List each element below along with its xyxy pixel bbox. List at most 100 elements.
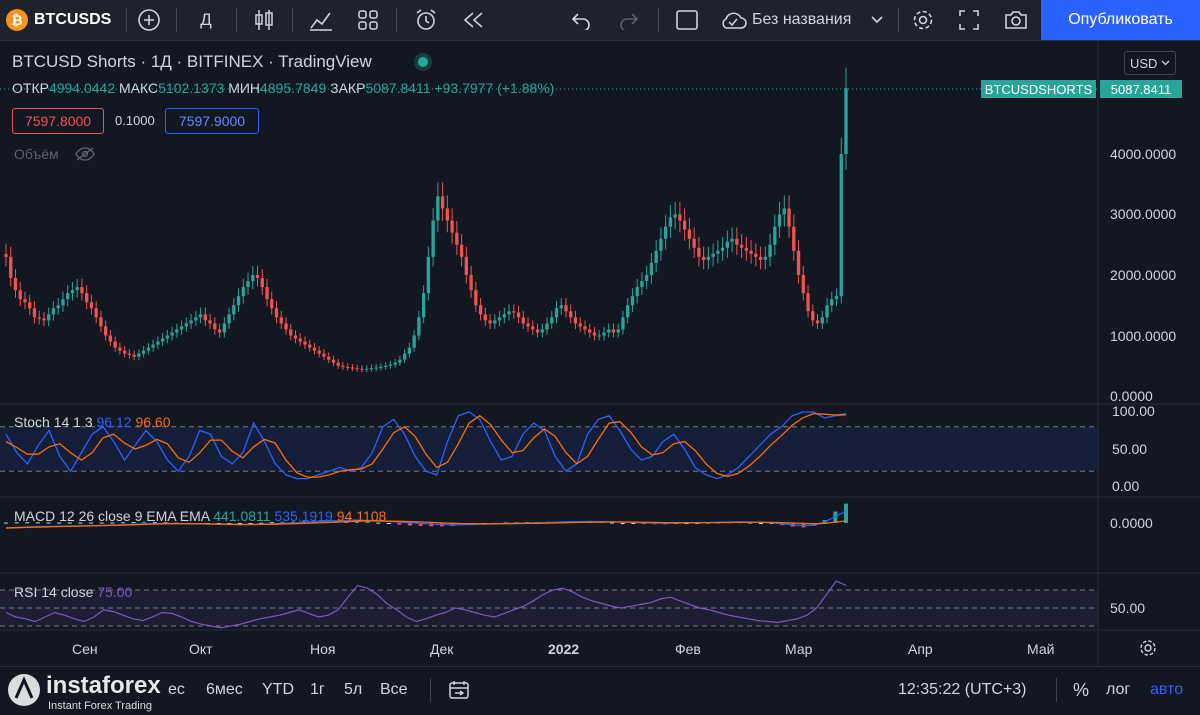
undo-button[interactable] (568, 0, 594, 40)
settings-button[interactable] (910, 0, 936, 40)
macd-tick: 0.0000 (1110, 515, 1153, 531)
candle-body (597, 335, 601, 337)
rsi-value: 75.00 (97, 584, 133, 600)
candle-body (445, 208, 450, 221)
candle-body (279, 317, 283, 324)
chart-title: BTCUSD Shorts · 1Д · BITFINEX · TradingV… (12, 52, 372, 71)
rsi-legend: RSI 14 close 75.00 (14, 584, 132, 600)
redo-icon (620, 13, 639, 30)
templates-button[interactable] (356, 0, 380, 40)
macd-signal-value: 94.1108 (336, 508, 387, 524)
price-tick: 1000.0000 (1110, 328, 1177, 344)
candle-body (189, 320, 193, 324)
candle-body (497, 317, 502, 321)
candle-body (369, 368, 374, 370)
candle-body (327, 356, 331, 360)
candle-body (28, 302, 32, 309)
candle-body (640, 281, 644, 288)
time-tick: Дек (430, 641, 454, 657)
snapshot-button[interactable] (1002, 0, 1030, 40)
buy-price-button[interactable]: 7597.9000 (165, 108, 259, 134)
candle-body (151, 344, 155, 348)
candle-body (118, 347, 122, 351)
range-ytd-button[interactable]: YTD (262, 666, 294, 714)
candle-body (792, 226, 796, 251)
candle-body (227, 314, 231, 324)
interval-button[interactable]: Д (196, 0, 216, 40)
publish-button[interactable]: Опубликовать (1041, 0, 1200, 40)
candle-body (687, 229, 692, 239)
candle-body (573, 317, 578, 324)
time-tick: Мар (785, 641, 813, 657)
compare-symbol-button[interactable] (136, 0, 162, 40)
candle-body (426, 256, 431, 294)
high-value: 5102.1373 (158, 80, 225, 96)
candle-body (725, 241, 730, 248)
macd-histogram-bar (844, 503, 848, 523)
range-6m-button[interactable]: 6мес (206, 666, 243, 714)
candle-body (664, 226, 668, 239)
candle-body (232, 305, 236, 315)
clock-timezone-button[interactable]: 12:35:22 (UTC+3) (898, 666, 1027, 714)
range-all-button[interactable]: Все (380, 666, 408, 714)
candle-body (469, 275, 473, 291)
auto-scale-button[interactable]: авто (1150, 666, 1183, 714)
cloud-save-button[interactable] (718, 0, 748, 40)
settings-icon (913, 10, 933, 30)
alert-button[interactable] (412, 0, 440, 40)
time-tick: Сен (72, 641, 98, 657)
symbol-search-button[interactable]: ₿ BTCUSDS (6, 0, 118, 40)
candle-body (99, 317, 103, 327)
fullscreen-button[interactable] (956, 0, 982, 40)
candle-body (588, 329, 592, 333)
range-5y-button[interactable]: 5л (344, 666, 362, 714)
candle-body (412, 335, 416, 348)
candle-body (70, 290, 75, 294)
toolbar-divider (176, 8, 177, 32)
percent-scale-button[interactable]: % (1073, 666, 1089, 714)
candle-body (440, 196, 445, 209)
time-tick: 2022 (548, 641, 580, 657)
toolbar-divider (898, 8, 899, 32)
candle-body (402, 353, 407, 360)
candle-body (825, 305, 829, 318)
toolbar-divider (396, 8, 397, 32)
change-value: +93.7977 (+1.88%) (434, 80, 555, 96)
candle-body (156, 341, 160, 345)
candle-body (284, 323, 288, 330)
candle-body (246, 281, 250, 288)
candle-body (559, 305, 563, 309)
candle-body (478, 305, 483, 315)
layout-button[interactable] (674, 0, 700, 40)
stoch-d-value: 96.60 (135, 414, 171, 430)
candle-body (626, 305, 630, 318)
sell-price-button[interactable]: 7597.8000 (12, 108, 104, 134)
candle-body (407, 347, 412, 354)
layout-name-button[interactable]: Без названия (752, 0, 922, 40)
goto-date-button[interactable] (448, 666, 470, 714)
axis-settings-button[interactable] (1138, 638, 1158, 663)
candle-body (730, 238, 734, 242)
candle-body (9, 256, 13, 279)
candle-body (773, 226, 777, 245)
indicators-button[interactable] (308, 0, 334, 40)
candle-body (706, 256, 711, 260)
hide-volume-button[interactable] (74, 146, 96, 167)
candle-body (682, 220, 687, 230)
range-1y-button[interactable]: 1г (310, 666, 325, 714)
candle-body (616, 329, 620, 333)
candle-body (483, 314, 487, 321)
redo-button[interactable] (616, 0, 642, 40)
chart-type-button[interactable] (252, 0, 276, 40)
log-scale-button[interactable]: лог (1106, 666, 1130, 714)
replay-button[interactable] (460, 0, 486, 40)
currency-button[interactable]: USD (1124, 51, 1176, 75)
candle-body (796, 250, 801, 275)
candle-body (47, 314, 51, 321)
chart-canvas[interactable] (0, 41, 1200, 666)
candle-body (820, 317, 824, 324)
instaforex-watermark: instaforex Instant Forex Trading (6, 670, 176, 714)
candle-body (535, 329, 540, 333)
layout-menu-button[interactable] (868, 0, 886, 40)
candle-body (545, 323, 549, 330)
